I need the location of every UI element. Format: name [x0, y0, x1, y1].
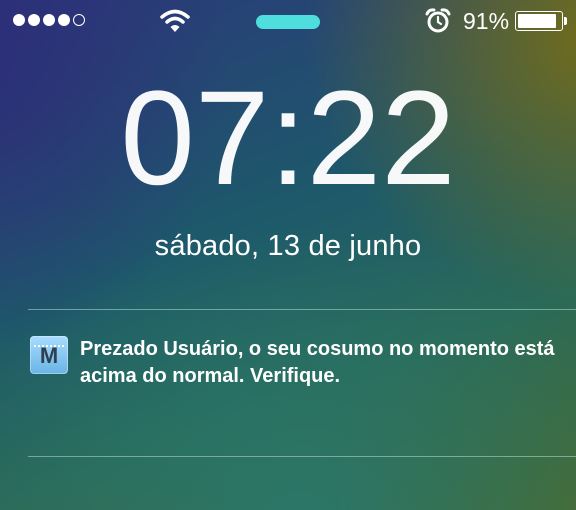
call-indicator-pill: [256, 15, 320, 29]
lock-screen-date: sábado, 13 de junho: [154, 230, 422, 262]
notification-message: Prezado Usuário, o seu cosumo no momento…: [80, 338, 555, 387]
battery-cap: [564, 17, 567, 25]
app-icon: M: [30, 336, 68, 374]
signal-dot-empty: [73, 14, 85, 26]
notification-divider-top: [28, 309, 576, 310]
signal-dot: [43, 14, 55, 26]
battery-icon: [515, 11, 563, 31]
signal-dot: [58, 14, 70, 26]
battery-percentage: 91%: [463, 8, 510, 34]
wifi-icon: [160, 9, 190, 32]
signal-dot: [28, 14, 40, 26]
notification-divider-bottom: [28, 456, 576, 457]
status-bar: 91%: [0, 0, 576, 44]
signal-strength: [13, 14, 85, 26]
alarm-clock-icon: [425, 8, 451, 33]
signal-dot: [13, 14, 25, 26]
battery-fill: [518, 14, 557, 28]
lock-screen-time: 07:22: [120, 64, 456, 213]
